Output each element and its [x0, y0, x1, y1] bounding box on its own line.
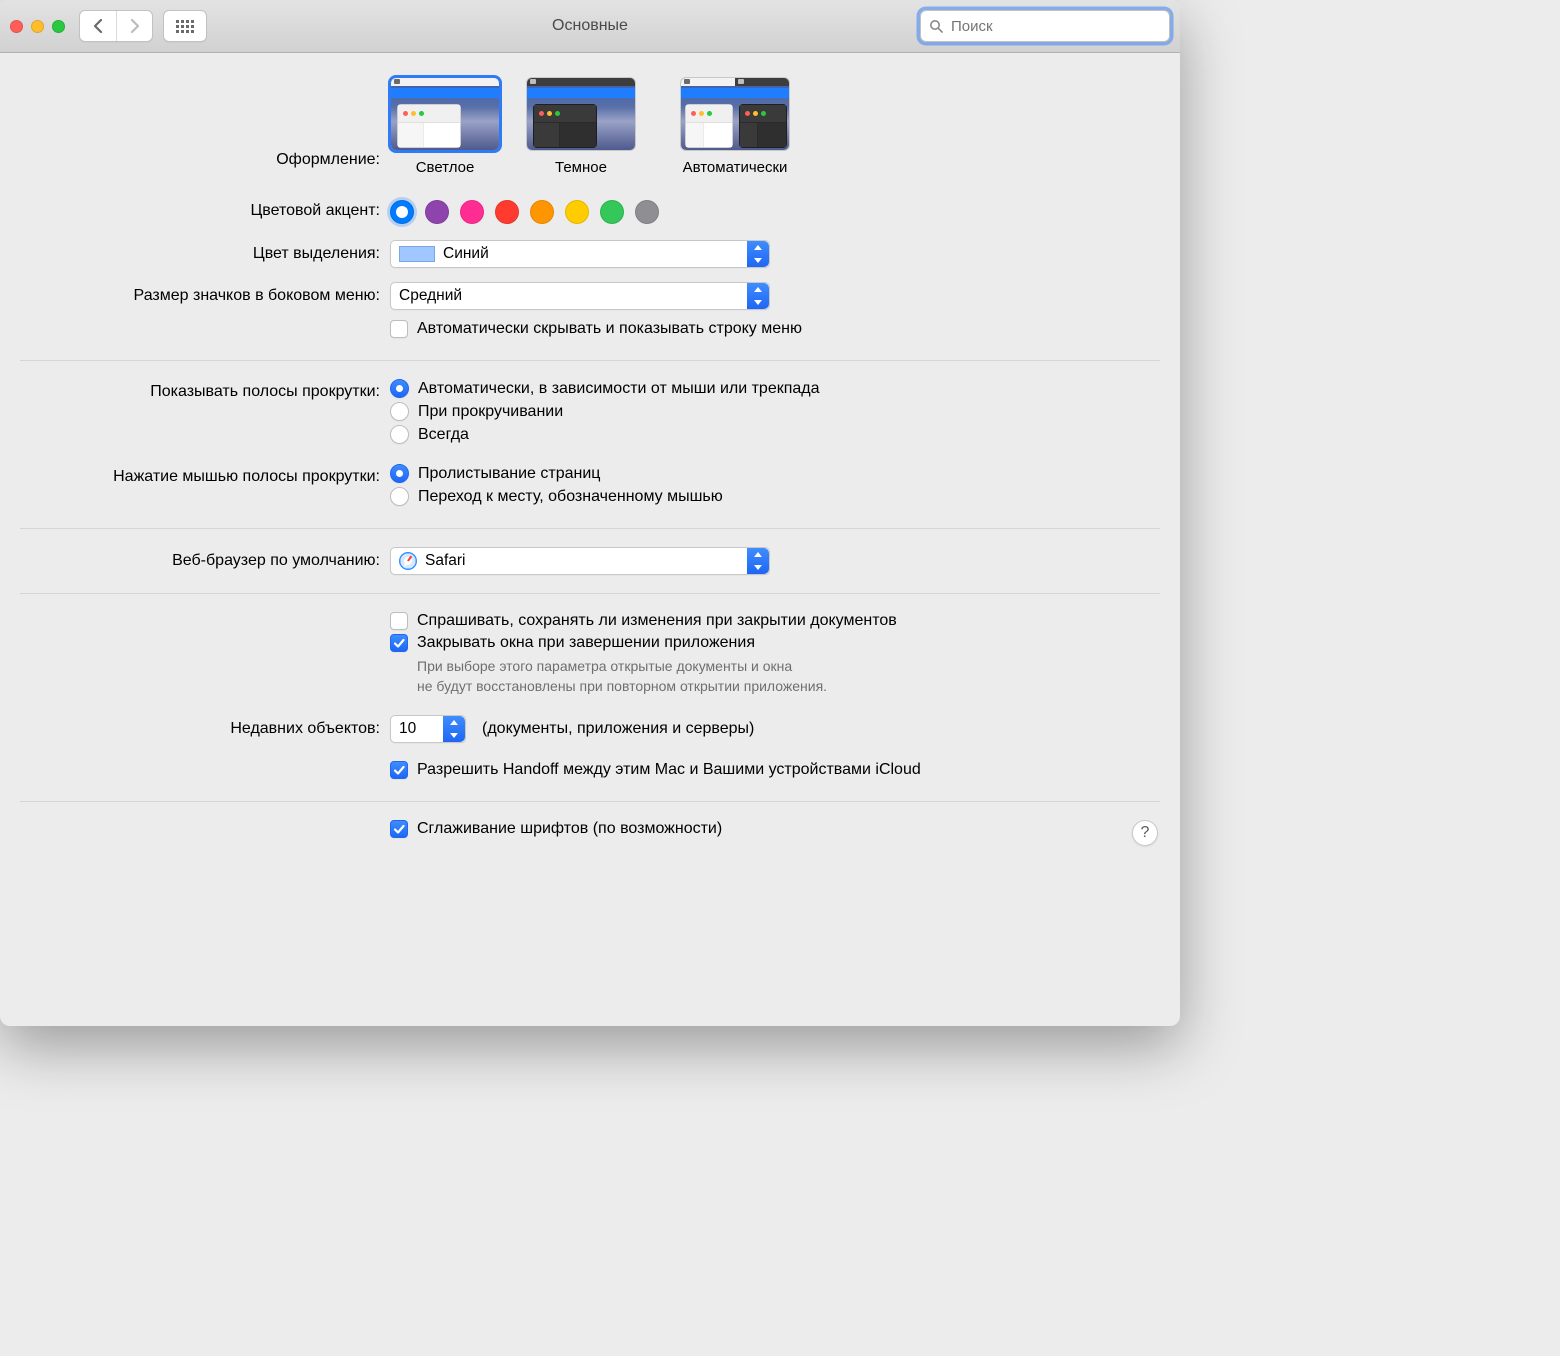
show-all-button[interactable]	[163, 10, 207, 42]
accent-swatch[interactable]	[600, 200, 624, 224]
content: Оформление: Светлое	[0, 53, 1180, 866]
radio-icon	[390, 379, 409, 398]
grid-icon	[176, 20, 194, 33]
autohide-menubar-checkbox[interactable]: Автоматически скрывать и показывать стро…	[390, 320, 1160, 338]
scrollclick-jump-radio[interactable]: Переход к месту, обозначенному мышью	[390, 487, 1160, 506]
sidebar-icon-label: Размер значков в боковом меню:	[20, 287, 390, 305]
checkbox-icon	[390, 820, 408, 838]
window-controls	[10, 20, 65, 33]
accent-swatch[interactable]	[635, 200, 659, 224]
scrollclick-page-radio[interactable]: Пролистывание страниц	[390, 464, 1160, 483]
appearance-dark[interactable]: Темное	[526, 77, 636, 176]
handoff-checkbox[interactable]: Разрешить Handoff между этим Mac и Вашим…	[390, 761, 1160, 779]
highlight-dropdown[interactable]: Синий	[390, 240, 770, 268]
search-input[interactable]	[949, 17, 1161, 36]
appearance-auto[interactable]: Автоматически	[662, 77, 808, 176]
scrollbars-always-radio[interactable]: Всегда	[390, 425, 1160, 444]
titlebar: Основные	[0, 0, 1180, 53]
accent-swatch[interactable]	[425, 200, 449, 224]
accent-swatch[interactable]	[565, 200, 589, 224]
close-windows-checkbox[interactable]: Закрывать окна при завершении приложения	[390, 634, 1160, 652]
highlight-label: Цвет выделения:	[20, 245, 390, 263]
recent-suffix: (документы, приложения и серверы)	[482, 720, 754, 738]
zoom-window-button[interactable]	[52, 20, 65, 33]
back-button[interactable]	[80, 11, 116, 41]
forward-button[interactable]	[116, 11, 152, 41]
dropdown-stepper-icon	[747, 241, 769, 267]
appearance-label: Оформление:	[20, 85, 390, 169]
checkbox-icon	[390, 612, 408, 630]
recent-label: Недавних объектов:	[20, 720, 390, 738]
checkbox-icon	[390, 634, 408, 652]
nav-segmented	[79, 10, 153, 42]
safari-icon	[399, 552, 417, 570]
dropdown-stepper-icon	[747, 283, 769, 309]
accent-swatch[interactable]	[530, 200, 554, 224]
radio-icon	[390, 402, 409, 421]
preferences-window: Основные Оформление: Светлое	[0, 0, 1180, 1026]
accent-swatches	[390, 198, 1160, 224]
checkbox-icon	[390, 320, 408, 338]
browser-label: Веб-браузер по умолчанию:	[20, 552, 390, 570]
scrollbars-auto-radio[interactable]: Автоматически, в зависимости от мыши или…	[390, 379, 1160, 398]
appearance-options: Светлое Темное	[390, 77, 1160, 176]
scrollclick-label: Нажатие мышью полосы прокрутки:	[20, 464, 390, 486]
help-button[interactable]: ?	[1132, 820, 1158, 846]
default-browser-dropdown[interactable]: Safari	[390, 547, 770, 575]
minimize-window-button[interactable]	[31, 20, 44, 33]
ask-save-checkbox[interactable]: Спрашивать, сохранять ли изменения при з…	[390, 612, 1160, 630]
scrollbars-label: Показывать полосы прокрутки:	[20, 379, 390, 401]
search-field[interactable]	[920, 10, 1170, 42]
accent-swatch[interactable]	[390, 200, 414, 224]
accent-swatch[interactable]	[460, 200, 484, 224]
radio-icon	[390, 425, 409, 444]
radio-icon	[390, 487, 409, 506]
accent-swatch[interactable]	[495, 200, 519, 224]
scrollbars-when-scrolling-radio[interactable]: При прокручивании	[390, 402, 1160, 421]
checkbox-icon	[390, 761, 408, 779]
close-window-button[interactable]	[10, 20, 23, 33]
radio-icon	[390, 464, 409, 483]
search-icon	[929, 19, 943, 33]
recent-items-dropdown[interactable]: 10	[390, 715, 466, 743]
font-smoothing-checkbox[interactable]: Сглаживание шрифтов (по возможности)	[390, 820, 1160, 838]
appearance-light[interactable]: Светлое	[390, 77, 500, 176]
close-windows-description: При выборе этого параметра открытые доку…	[390, 656, 1160, 697]
dropdown-stepper-icon	[443, 716, 465, 742]
accent-label: Цветовой акцент:	[20, 202, 390, 220]
sidebar-icon-dropdown[interactable]: Средний	[390, 282, 770, 310]
highlight-swatch	[399, 246, 435, 262]
dropdown-stepper-icon	[747, 548, 769, 574]
